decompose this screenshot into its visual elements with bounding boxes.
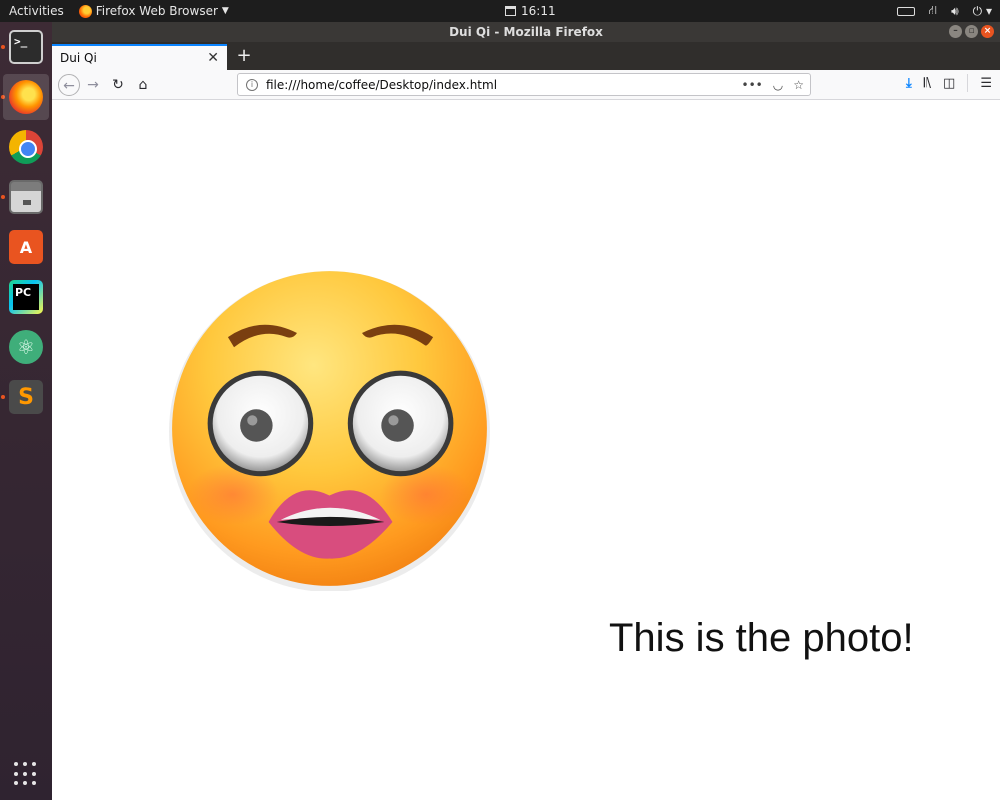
photo-caption: This is the photo! <box>609 616 914 660</box>
software-center-icon: A <box>9 230 43 264</box>
tab-title: Dui Qi <box>60 51 97 65</box>
flushed-emoji-image <box>169 271 490 591</box>
close-window-button[interactable]: × <box>981 25 994 38</box>
clock-time: 16:11 <box>521 4 556 18</box>
dock-item-atom[interactable]: ⚛ <box>3 324 49 370</box>
close-tab-icon[interactable]: ✕ <box>207 50 219 66</box>
dock-item-chrome[interactable] <box>3 124 49 170</box>
emoji-pupil-right <box>381 409 414 442</box>
new-tab-button[interactable]: + <box>232 44 256 68</box>
chrome-icon <box>9 130 43 164</box>
top-bar: Activities Firefox Web Browser ▼ 16:11 ⛙… <box>0 0 1000 22</box>
home-button[interactable]: ⌂ <box>132 74 154 96</box>
reload-button[interactable]: ↻ <box>107 74 129 96</box>
pocket-icon[interactable]: ◡ <box>773 78 783 92</box>
atom-icon: ⚛ <box>9 330 43 364</box>
sidebar-icon[interactable]: ◫ <box>943 76 955 91</box>
network-icon[interactable]: ⛙ <box>929 3 937 19</box>
terminal-icon: >_ <box>9 30 43 64</box>
dock-item-files[interactable] <box>3 174 49 220</box>
info-icon[interactable]: i <box>246 78 258 91</box>
power-icon[interactable]: ⏻ ▾ <box>973 4 992 19</box>
back-button[interactable]: ← <box>58 74 80 96</box>
app-menu-label: Firefox Web Browser <box>95 4 218 18</box>
firefox-icon <box>9 80 43 114</box>
minimize-button[interactable]: – <box>949 25 962 38</box>
dock-item-terminal[interactable]: >_ <box>3 24 49 70</box>
page-content: This is the photo! <box>52 101 1000 800</box>
dock-item-sublime[interactable]: S <box>3 374 49 420</box>
download-icon[interactable]: ⤓ <box>906 76 912 91</box>
calendar-icon <box>505 6 516 16</box>
url-text[interactable]: file:///home/coffee/Desktop/index.html <box>266 78 742 92</box>
dock-item-pycharm[interactable]: PC <box>3 274 49 320</box>
library-icon[interactable]: 𝄃\ <box>924 76 931 91</box>
app-menu[interactable]: Firefox Web Browser ▼ <box>78 4 229 18</box>
files-icon <box>9 180 43 214</box>
url-bar[interactable]: i file:///home/coffee/Desktop/index.html… <box>237 73 811 96</box>
dock-item-software[interactable]: A <box>3 224 49 270</box>
toolbar-separator <box>967 74 969 92</box>
emoji-pupil-left <box>240 409 273 442</box>
firefox-icon <box>78 4 92 18</box>
tab-bar: Dui Qi ✕ + <box>52 42 1000 70</box>
menu-icon[interactable]: ☰ <box>980 76 992 91</box>
dock: >_ A PC ⚛ S <box>0 22 52 800</box>
activities-button[interactable]: Activities <box>0 4 73 18</box>
system-tray[interactable]: ⛙ 🔊︎ ⏻ ▾ <box>896 0 992 22</box>
window-title: Dui Qi - Mozilla Firefox <box>449 25 603 39</box>
keyboard-icon[interactable] <box>896 6 915 16</box>
page-actions-icon[interactable]: ••• <box>742 78 763 92</box>
dock-item-firefox[interactable] <box>3 74 49 120</box>
bookmark-star-icon[interactable]: ☆ <box>793 78 804 92</box>
clock[interactable]: 16:11 <box>505 0 556 22</box>
window-titlebar[interactable]: Dui Qi - Mozilla Firefox – ▫ × <box>52 22 1000 42</box>
tab-dui-qi[interactable]: Dui Qi ✕ <box>52 44 227 70</box>
maximize-button[interactable]: ▫ <box>965 25 978 38</box>
pycharm-icon: PC <box>9 280 43 314</box>
forward-button[interactable]: → <box>82 74 104 96</box>
sublime-icon: S <box>9 380 43 414</box>
chevron-down-icon: ▼ <box>221 6 229 16</box>
show-applications-button[interactable] <box>14 762 38 786</box>
volume-icon[interactable]: 🔊︎ <box>951 4 959 19</box>
navigation-toolbar: ← → ↻ ⌂ i file:///home/coffee/Desktop/in… <box>52 70 1000 100</box>
